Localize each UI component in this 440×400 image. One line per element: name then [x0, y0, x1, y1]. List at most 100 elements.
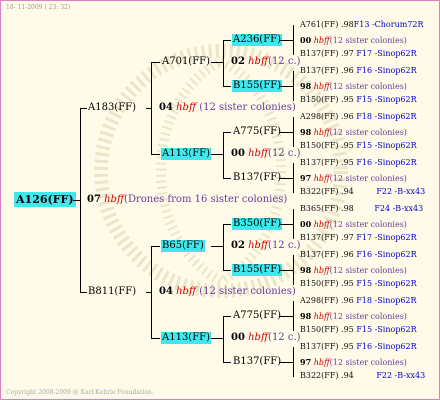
gen4-queen-14[interactable]: B150(FF) .95 F15 -Sinop62R: [300, 325, 417, 335]
mating-note: (12 c.): [268, 148, 301, 159]
mating-note: (12 sister colonies): [199, 286, 296, 297]
gen3-queen-2[interactable]: B155(FF): [232, 80, 283, 92]
gen4-queen-10[interactable]: B137(FF) .97 F17 -Sinop62R: [300, 233, 417, 243]
queen-year: .95: [341, 141, 354, 150]
queen-name: B150(FF): [300, 325, 339, 334]
gen3-queen-3[interactable]: A775(FF): [233, 126, 281, 138]
mating-code: hbff: [248, 148, 269, 159]
pedigree-frame: 18- 11-2009 ( 23: 32) Copyright 2008-200…: [0, 0, 440, 400]
queen-year: .95: [341, 279, 354, 288]
gen1-bottom-mating: 04 hbff (12 sister colonies): [159, 286, 296, 298]
root-queen[interactable]: A126(FF): [14, 192, 76, 207]
gen2-queen-3[interactable]: B65(FF): [161, 240, 205, 252]
mating-note: (Drones from 16 sister colonies): [124, 194, 288, 205]
queen-name: B150(FF): [300, 95, 339, 104]
mating-note: (12 sister colonies): [329, 266, 407, 275]
mating-code: hbff: [104, 194, 125, 205]
gen2-4-branch-a: [223, 316, 231, 317]
queen-name: B365(FF): [300, 204, 339, 213]
gen4-queen-5[interactable]: A298(FF) .96 F18 -Sinop62R: [300, 112, 417, 122]
queen-year: .95: [341, 342, 354, 351]
queen-location: F16 -Sinop62R: [356, 250, 417, 259]
gen2-1-bracket: [223, 40, 224, 87]
mating-code: hbff: [248, 332, 269, 343]
queen-location: F22 -B-xx43: [376, 371, 426, 380]
gen2-2-mating: 00 hbff(12 c.): [231, 148, 301, 160]
gen4-queen-8[interactable]: B322(FF) .94 F22 -B-xx43: [300, 187, 425, 197]
queen-location: F13 -Chorum72R: [353, 20, 424, 29]
gen2-1-branch-a: [223, 40, 231, 41]
gen4-queen-2[interactable]: B137(FF) .97 F17 -Sinop62R: [300, 49, 417, 59]
gen3-queen-4[interactable]: B137(FF): [233, 172, 281, 184]
queen-location: F15 -Sinop62R: [356, 95, 417, 104]
gen4-queen-11[interactable]: B137(FF) .96 F16 -Sinop62R: [300, 250, 417, 260]
root-mating: 07 hbff(Drones from 16 sister colonies): [87, 194, 287, 206]
queen-location: F16 -Sinop62R: [356, 158, 417, 167]
mating-code: hbff: [313, 312, 330, 321]
queen-location: F15 -Sinop62R: [356, 141, 417, 150]
gen4-queen-15[interactable]: B137(FF) .95 F16 -Sinop62R: [300, 342, 417, 352]
queen-location: F16 -Sinop62R: [356, 66, 417, 75]
queen-year: .97: [341, 233, 354, 242]
queen-year: .96: [340, 296, 354, 305]
gen1-queen-top[interactable]: A183(FF): [88, 102, 136, 114]
queen-year: .95: [341, 325, 354, 334]
gen1-top-branch-a: [151, 62, 160, 63]
queen-location: F17 -Sinop62R: [356, 233, 417, 242]
queen-name: B137(FF): [300, 250, 339, 259]
gen3-queen-7[interactable]: A775(FF): [233, 310, 281, 322]
gen1-top-branch-b: [151, 154, 160, 155]
gen2-3-mating: 02 hbff(12 c.): [231, 240, 301, 252]
gen2-3-branch-a: [223, 224, 231, 225]
gen4-queen-1[interactable]: A761(FF) .98F13 -Chorum72R: [300, 20, 424, 30]
queen-name: B322(FF): [300, 371, 339, 380]
report-date: 18- 11-2009 ( 23: 32): [6, 4, 71, 11]
gen4-queen-13[interactable]: A298(FF) .96 F18 -Sinop62R: [300, 296, 417, 306]
gen2-1-connector: [211, 62, 223, 63]
mating-code: hbff: [248, 240, 269, 251]
gen2-4-branch-b: [223, 362, 231, 363]
gen2-3-connector: [211, 246, 223, 247]
mating-count: 07: [87, 194, 101, 205]
mating-count: 98: [300, 127, 312, 137]
mating-count: 97: [300, 173, 312, 183]
gen4-queen-7[interactable]: B137(FF) .95 F16 -Sinop62R: [300, 158, 417, 168]
queen-name: A298(FF): [300, 296, 339, 305]
gen3-2-connector: [279, 86, 293, 87]
gen1-top-mating: 04 hbff (12 sister colonies): [159, 102, 296, 114]
gen4-queen-16[interactable]: B322(FF) .94 F22 -B-xx43: [300, 371, 425, 381]
mating-note: (12 sister colonies): [329, 36, 407, 45]
gen3-queen-1[interactable]: A236(FF): [232, 34, 282, 46]
gen3-6-mating: 98 hbff(12 sister colonies): [300, 265, 407, 276]
mating-note: (12 sister colonies): [329, 174, 407, 183]
gen4-queen-9[interactable]: B365(FF) .98 F24 -B-xx43: [300, 204, 423, 214]
gen4-queen-12[interactable]: B150(FF) .95 F15 -Sinop62R: [300, 279, 417, 289]
gen4-queen-4[interactable]: B150(FF) .95 F15 -Sinop62R: [300, 95, 417, 105]
mating-code: hbff: [313, 36, 330, 45]
gen1-bottom-branch-a: [151, 246, 160, 247]
mating-note: (12 sister colonies): [329, 82, 407, 91]
gen3-queen-6[interactable]: B155(FF): [232, 264, 283, 276]
queen-location: F15 -Sinop62R: [356, 279, 417, 288]
gen2-2-bracket: [223, 132, 224, 179]
gen4-queen-6[interactable]: B150(FF) .95 F15 -Sinop62R: [300, 141, 417, 151]
gen3-queen-8[interactable]: B137(FF): [233, 356, 281, 368]
gen3-7-mating: 98 hbff(12 sister colonies): [300, 311, 407, 322]
gen4-queen-3[interactable]: B137(FF) .96 F16 -Sinop62R: [300, 66, 417, 76]
gen2-3-bracket: [223, 224, 224, 271]
mating-note: (12 sister colonies): [329, 128, 407, 137]
gen1-queen-bottom[interactable]: B811(FF): [88, 286, 136, 298]
queen-year: .95: [341, 95, 354, 104]
gen2-queen-4[interactable]: A113(FF): [161, 332, 211, 344]
gen3-1-mating: 00 hbff(12 sister colonies): [300, 35, 407, 46]
gen3-6-connector: [279, 270, 293, 271]
mating-count: 02: [231, 56, 245, 67]
gen3-queen-5[interactable]: B350(FF): [232, 218, 283, 230]
gen3-3-bracket: [293, 117, 294, 147]
gen2-queen-2[interactable]: A113(FF): [161, 148, 211, 160]
queen-location: F24 -B-xx43: [374, 204, 424, 213]
gen3-2-bracket: [293, 71, 294, 101]
queen-name: B137(FF): [300, 342, 339, 351]
gen2-queen-1[interactable]: A701(FF): [162, 56, 210, 68]
queen-name: B137(FF): [300, 49, 339, 58]
